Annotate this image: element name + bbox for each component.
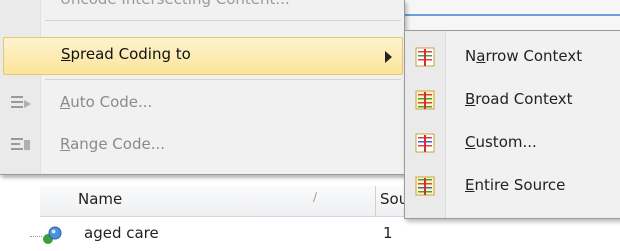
auto-code-icon (11, 96, 31, 108)
spread-coding-submenu: Narrow Context Broad Context Custom... E… (404, 30, 620, 219)
submenu-item-entire-source[interactable]: Entire Source (405, 166, 620, 206)
submenu-item-label: Narrow Context (465, 47, 583, 65)
column-header-name[interactable]: Name (78, 190, 122, 208)
menu-item-spread-coding[interactable]: Spread Coding to (3, 37, 403, 75)
range-code-icon (11, 138, 30, 150)
entire-source-icon (415, 176, 435, 196)
background-blue-border (404, 14, 620, 16)
submenu-item-label: Broad Context (465, 90, 573, 108)
broad-context-icon (415, 90, 435, 110)
submenu-arrow-icon (385, 51, 392, 63)
submenu-item-custom[interactable]: Custom... (405, 123, 620, 163)
table-row[interactable]: aged care 1 (40, 220, 620, 250)
menu-separator (45, 20, 401, 21)
submenu-item-label: Entire Source (465, 176, 566, 194)
row-name: aged care (84, 224, 159, 242)
narrow-context-icon (415, 47, 435, 67)
submenu-item-label: Custom... (465, 133, 537, 151)
context-menu: Uncode Intersecting Content... Spread Co… (0, 0, 405, 175)
menu-item-label: Range Code... (60, 135, 166, 153)
submenu-item-broad-context[interactable]: Broad Context (405, 80, 620, 120)
menu-item-auto-code[interactable]: Auto Code... (0, 84, 404, 124)
menu-item-label: Spread Coding to (61, 45, 191, 63)
custom-context-icon (415, 133, 435, 153)
menu-item-label: Auto Code... (60, 93, 153, 111)
menu-item-uncode-intersecting: Uncode Intersecting Content... (60, 0, 290, 8)
menu-separator (45, 79, 401, 80)
submenu-item-narrow-context[interactable]: Narrow Context (405, 37, 620, 77)
sort-indicator-icon: ∕ (313, 190, 318, 204)
menu-item-range-code[interactable]: Range Code... (0, 126, 404, 166)
column-divider[interactable] (375, 186, 376, 216)
row-sources: 1 (383, 224, 393, 242)
node-icon (43, 226, 62, 244)
